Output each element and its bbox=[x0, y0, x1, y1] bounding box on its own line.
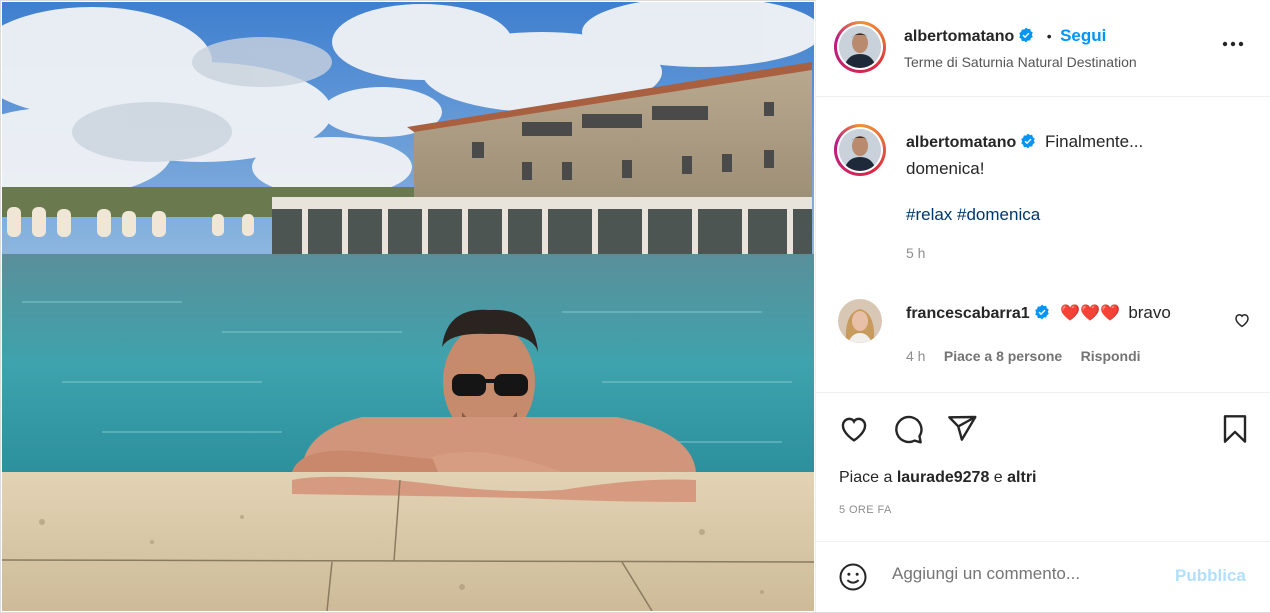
post-timestamp[interactable]: 5 ORE FA bbox=[839, 504, 892, 516]
likes-summary: Piace a laurade9278 e altri bbox=[839, 469, 1037, 487]
likes-prefix: Piace a bbox=[839, 469, 893, 486]
author-avatar-image bbox=[839, 26, 881, 68]
caption-verified-badge-icon bbox=[1020, 131, 1036, 156]
comment-emoji: ❤️❤️❤️ bbox=[1060, 305, 1120, 322]
comment-icon[interactable] bbox=[890, 411, 926, 447]
post-caption: albertomatano Finalmente... domenica! #r… bbox=[906, 129, 1246, 261]
verified-badge-icon bbox=[1018, 27, 1034, 48]
comment-likes-button[interactable]: Piace a 8 persone bbox=[944, 348, 1062, 364]
small-heart-icon[interactable] bbox=[1233, 311, 1251, 334]
add-comment-bar: Pubblica bbox=[816, 541, 1270, 613]
caption-hashtags[interactable]: #relax #domenica bbox=[906, 205, 1246, 225]
caption-avatar-image bbox=[839, 129, 881, 171]
comment-reply-button[interactable]: Rispondi bbox=[1081, 348, 1141, 364]
post-location[interactable]: Terme di Saturnia Natural Destination bbox=[904, 54, 1137, 70]
more-options-icon[interactable] bbox=[1218, 34, 1248, 54]
likes-others-link[interactable]: altri bbox=[1007, 469, 1036, 486]
header-author-line: albertomatano • Segui bbox=[904, 26, 1106, 48]
comment-input[interactable] bbox=[892, 564, 1162, 584]
commenter-avatar[interactable] bbox=[838, 299, 882, 343]
publish-button[interactable]: Pubblica bbox=[1175, 566, 1246, 586]
comment-text: bravo bbox=[1128, 303, 1171, 322]
caption-time: 5 h bbox=[906, 245, 926, 261]
caption-line-1: Finalmente... bbox=[1044, 132, 1144, 151]
header-separator: • bbox=[1046, 28, 1052, 44]
likes-connector: e bbox=[993, 469, 1003, 486]
heart-icon[interactable] bbox=[836, 411, 872, 447]
likes-user-link[interactable]: laurade9278 bbox=[897, 469, 990, 486]
caption-author-avatar[interactable] bbox=[834, 124, 886, 176]
caption-username[interactable]: albertomatano bbox=[906, 134, 1016, 151]
actions-divider bbox=[816, 392, 1270, 393]
post-photo[interactable] bbox=[2, 2, 814, 611]
post-side-panel: albertomatano • Segui Terme di Saturnia … bbox=[815, 0, 1270, 612]
caption-line-2: domenica! bbox=[906, 159, 985, 178]
author-avatar[interactable] bbox=[834, 21, 886, 73]
commenter-verified-badge-icon bbox=[1034, 304, 1050, 325]
bookmark-icon[interactable] bbox=[1217, 411, 1253, 447]
comment-time: 4 h bbox=[906, 348, 926, 364]
comment-meta: 4 h Piace a 8 persone Rispondi bbox=[906, 348, 1141, 366]
follow-button[interactable]: Segui bbox=[1060, 26, 1106, 45]
emoji-icon[interactable] bbox=[838, 562, 868, 597]
comment-body: francescabarra1 ❤️❤️❤️ bravo bbox=[906, 303, 1171, 325]
post-header: albertomatano • Segui Terme di Saturnia … bbox=[816, 0, 1270, 97]
commenter-username[interactable]: francescabarra1 bbox=[906, 305, 1030, 322]
author-username[interactable]: albertomatano bbox=[904, 28, 1014, 45]
share-icon[interactable] bbox=[944, 411, 980, 447]
